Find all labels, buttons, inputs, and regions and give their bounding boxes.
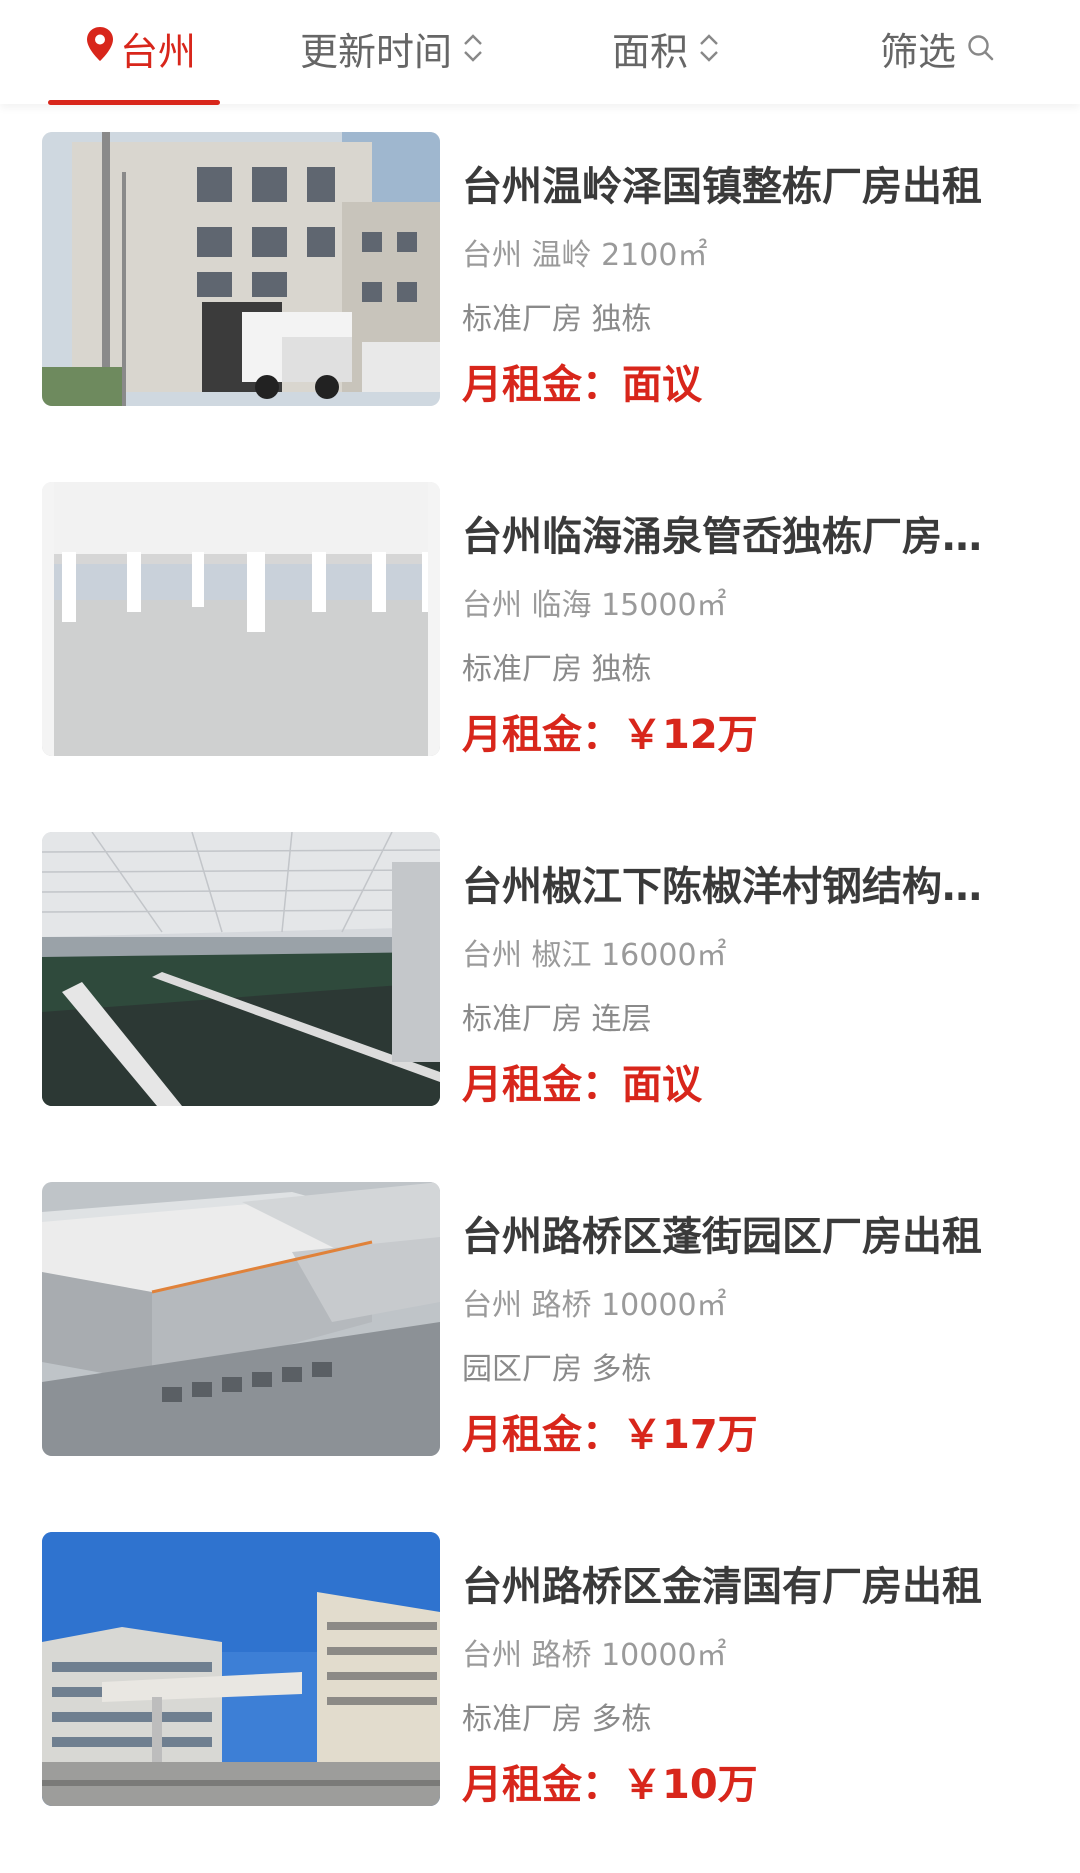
listing-meta: 台州 椒江 16000㎡ (462, 930, 727, 974)
listing-title[interactable]: 台州温岭泽国镇整栋厂房出租 (462, 154, 1002, 212)
listing-district: 温岭 (531, 238, 592, 273)
listing-district: 路桥 (531, 1638, 592, 1673)
listing-card[interactable]: 台州路桥区蓬街园区厂房出租 台州 路桥 10000㎡ 园区厂房 多栋 月租金：￥… (0, 1154, 1080, 1504)
listing-card[interactable]: 台州路桥区金清国有厂房出租 台州 路桥 10000㎡ 标准厂房 多栋 月租金：￥… (0, 1504, 1080, 1854)
listing-tags: 园区厂房 多栋 (462, 1352, 652, 1387)
listing-area: 10000㎡ (601, 1638, 727, 1673)
listing-city: 台州 (462, 588, 522, 623)
listing-photo[interactable] (42, 1532, 440, 1806)
listing-title[interactable]: 台州椒江下陈椒洋村钢结构厂房 (462, 854, 1002, 912)
filter-button[interactable]: 筛选 (880, 18, 996, 78)
listing-meta: 台州 路桥 10000㎡ (462, 1280, 727, 1324)
sort-updown-icon (464, 34, 482, 62)
listing-photo[interactable] (42, 832, 440, 1106)
listing-photo[interactable] (42, 1182, 440, 1456)
listing-district: 临海 (531, 588, 592, 623)
price-value: ￥17万 (622, 1412, 758, 1458)
listing-card[interactable]: 台州椒江下陈椒洋村钢结构厂房 台州 椒江 16000㎡ 标准厂房 连层 月租金：… (0, 804, 1080, 1154)
listing-city: 台州 (462, 1638, 522, 1673)
filter-bar: 台州 更新时间 面积 筛选 (0, 0, 1080, 105)
active-tab-indicator (48, 100, 220, 105)
listing-meta: 台州 温岭 2100㎡ (462, 230, 707, 274)
listing-title[interactable]: 台州路桥区金清国有厂房出租 (462, 1554, 1002, 1612)
listing-city: 台州 (462, 938, 522, 973)
listing-photo[interactable] (42, 482, 440, 756)
listing-price: 月租金：面议 (462, 1052, 702, 1110)
listing-tags: 标准厂房 独栋 (462, 652, 652, 687)
price-label: 月租金： (462, 1062, 622, 1108)
filter-label: 筛选 (880, 29, 957, 74)
listing-price: 月租金：￥17万 (462, 1402, 758, 1460)
listing-city: 台州 (462, 238, 522, 273)
sort-by-update-time[interactable]: 更新时间 (300, 18, 484, 78)
listing-district: 椒江 (531, 938, 592, 973)
listing-meta: 台州 路桥 10000㎡ (462, 1630, 727, 1674)
sort-time-label: 更新时间 (300, 29, 453, 74)
listing-meta: 台州 临海 15000㎡ (462, 580, 727, 624)
price-label: 月租金： (462, 1412, 622, 1458)
sort-area-label: 面积 (612, 29, 689, 74)
search-icon (968, 35, 994, 61)
listing-area: 10000㎡ (601, 1288, 727, 1323)
listing-district: 路桥 (531, 1288, 592, 1323)
price-value: 面议 (622, 1062, 702, 1108)
price-label: 月租金： (462, 712, 622, 758)
sort-updown-icon (700, 34, 718, 62)
listing-photo[interactable] (42, 132, 440, 406)
listing-tags: 标准厂房 连层 (462, 1002, 652, 1037)
location-pin-icon (76, 26, 114, 71)
price-label: 月租金： (462, 362, 622, 408)
price-value: 面议 (622, 362, 702, 408)
listing-price: 月租金：面议 (462, 352, 702, 410)
listing-title[interactable]: 台州临海涌泉管岙独栋厂房出租 (462, 504, 1002, 562)
listing-price: 月租金：￥10万 (462, 1752, 758, 1810)
listing-area: 2100㎡ (601, 238, 708, 273)
listing-area: 16000㎡ (601, 938, 727, 973)
sort-by-area[interactable]: 面积 (612, 18, 720, 78)
listing-card[interactable]: 台州温岭泽国镇整栋厂房出租 台州 温岭 2100㎡ 标准厂房 独栋 月租金：面议 (0, 104, 1080, 454)
listing-city: 台州 (462, 1288, 522, 1323)
city-selector[interactable]: 台州 (76, 18, 196, 78)
city-label: 台州 (120, 29, 197, 74)
price-value: ￥12万 (622, 712, 758, 758)
price-label: 月租金： (462, 1762, 622, 1808)
listing-tags: 标准厂房 独栋 (462, 302, 652, 337)
listing-title[interactable]: 台州路桥区蓬街园区厂房出租 (462, 1204, 1002, 1262)
price-value: ￥10万 (622, 1762, 758, 1808)
listing-area: 15000㎡ (601, 588, 727, 623)
listing-tags: 标准厂房 多栋 (462, 1702, 652, 1737)
listing-price: 月租金：￥12万 (462, 702, 758, 760)
listing-card[interactable]: 台州临海涌泉管岙独栋厂房出租 台州 临海 15000㎡ 标准厂房 独栋 月租金：… (0, 454, 1080, 804)
